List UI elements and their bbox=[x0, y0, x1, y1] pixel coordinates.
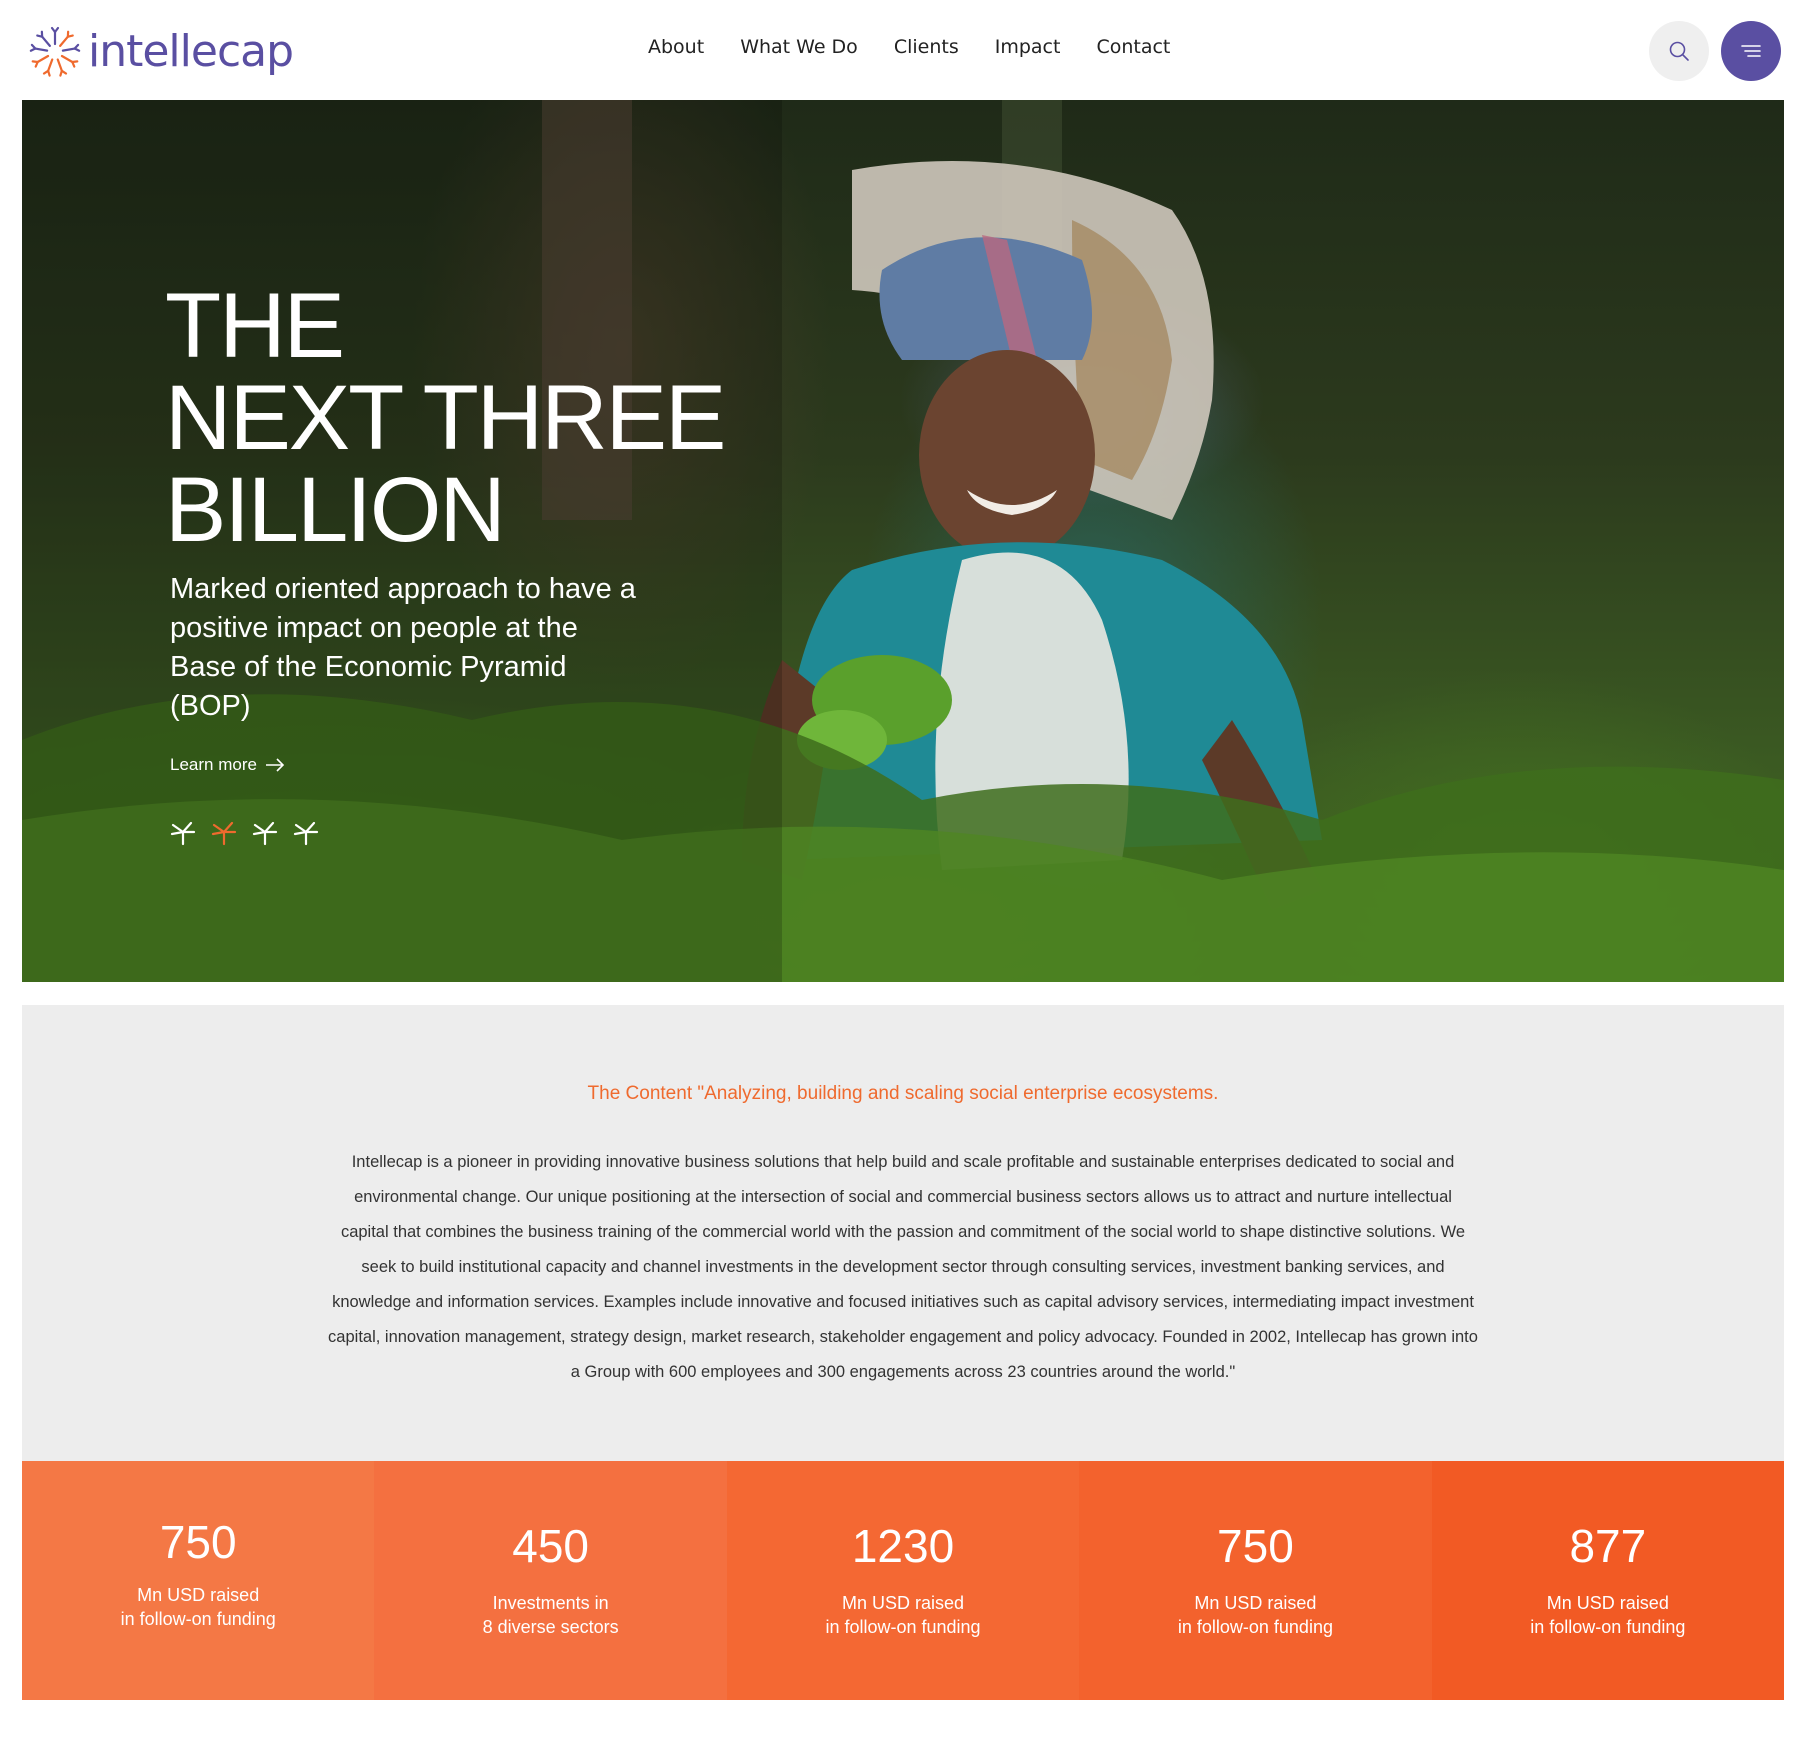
intro-heading: The Content "Analyzing, building and sca… bbox=[587, 1083, 1219, 1104]
stat-label-line: Mn USD raised bbox=[1194, 1593, 1317, 1613]
stat-value: 750 bbox=[159, 1516, 237, 1568]
stat-value: 450 bbox=[512, 1520, 589, 1572]
stat-card: 450 Investments in 8 diverse sectors bbox=[374, 1461, 727, 1700]
arrow-right-icon bbox=[265, 758, 285, 772]
stat-label-line: Mn USD raised bbox=[841, 1593, 965, 1613]
nav-item-contact[interactable]: Contact bbox=[1096, 36, 1170, 58]
logo-mark-icon bbox=[29, 26, 81, 77]
learn-more-label: Learn more bbox=[170, 755, 257, 774]
nav-item-impact[interactable]: Impact bbox=[995, 36, 1061, 58]
stat-label-line: in follow-on funding bbox=[1177, 1617, 1333, 1637]
stat-card: 877 Mn USD raised in follow-on funding bbox=[1431, 1461, 1785, 1700]
stat-label: Mn USD raised in follow-on funding bbox=[1432, 1591, 1784, 1639]
logo-wordmark: intellecap bbox=[88, 25, 294, 77]
stat-card: 1230 Mn USD raised in follow-on funding bbox=[726, 1461, 1080, 1700]
hero-title-line: BILLION bbox=[165, 459, 506, 561]
main-nav: About What We Do Clients Impact Contact bbox=[648, 36, 1206, 58]
slide-dot-icon[interactable] bbox=[293, 820, 319, 846]
stat-label: Mn USD raised in follow-on funding bbox=[1079, 1591, 1431, 1639]
slide-dot-icon[interactable] bbox=[170, 820, 196, 846]
menu-icon bbox=[1741, 45, 1761, 57]
stat-value: 750 bbox=[1217, 1520, 1294, 1572]
slide-dot-active-icon[interactable] bbox=[211, 820, 237, 846]
stat-card: 750 Mn USD raised in follow-on funding bbox=[1079, 1461, 1432, 1700]
logo[interactable]: intellecap bbox=[26, 14, 294, 82]
learn-more-link[interactable]: Learn more bbox=[170, 755, 285, 775]
stat-label: Mn USD raised in follow-on funding bbox=[22, 1583, 374, 1631]
hero-title-line: THE bbox=[165, 275, 345, 377]
hero-banner: THE NEXT THREE BILLION Marked oriented a… bbox=[22, 100, 1784, 982]
hero-subtitle: Marked oriented approach to have a posit… bbox=[170, 573, 636, 722]
stat-label-line: Mn USD raised bbox=[1546, 1593, 1669, 1613]
stat-label: Investments in 8 diverse sectors bbox=[374, 1591, 726, 1639]
slide-indicators bbox=[170, 820, 334, 846]
search-button[interactable] bbox=[1649, 21, 1709, 81]
hero-title-line: NEXT THREE bbox=[165, 367, 726, 469]
stat-label-line: in follow-on funding bbox=[825, 1617, 981, 1637]
stat-card: 750 Mn USD raised in follow-on funding bbox=[22, 1461, 375, 1700]
search-icon bbox=[1669, 41, 1689, 61]
nav-item-about[interactable]: About bbox=[648, 36, 704, 58]
stat-label-line: Mn USD raised bbox=[137, 1585, 260, 1605]
stats-bar: 750 Mn USD raised in follow-on funding 4… bbox=[22, 1461, 1785, 1700]
stat-label: Mn USD raised in follow-on funding bbox=[727, 1591, 1079, 1639]
nav-item-clients[interactable]: Clients bbox=[894, 36, 959, 58]
intro-body: Intellecap is a pioneer in providing inn… bbox=[328, 1153, 1478, 1381]
intro-section: The Content "Analyzing, building and sca… bbox=[22, 1005, 1784, 1461]
stat-label-line: 8 diverse sectors bbox=[482, 1617, 619, 1637]
menu-button[interactable] bbox=[1721, 21, 1781, 81]
stat-label-line: Investments in bbox=[492, 1593, 609, 1613]
stat-label-line: in follow-on funding bbox=[1530, 1617, 1686, 1637]
slide-dot-icon[interactable] bbox=[252, 820, 278, 846]
hero-title: THE NEXT THREE BILLION bbox=[165, 275, 726, 561]
site-header: intellecap About What We Do Clients Impa… bbox=[0, 0, 1800, 100]
nav-item-what-we-do[interactable]: What We Do bbox=[740, 36, 858, 58]
stat-label-line: in follow-on funding bbox=[120, 1609, 276, 1629]
stat-value: 877 bbox=[1569, 1520, 1647, 1572]
stat-value: 1230 bbox=[851, 1520, 955, 1572]
